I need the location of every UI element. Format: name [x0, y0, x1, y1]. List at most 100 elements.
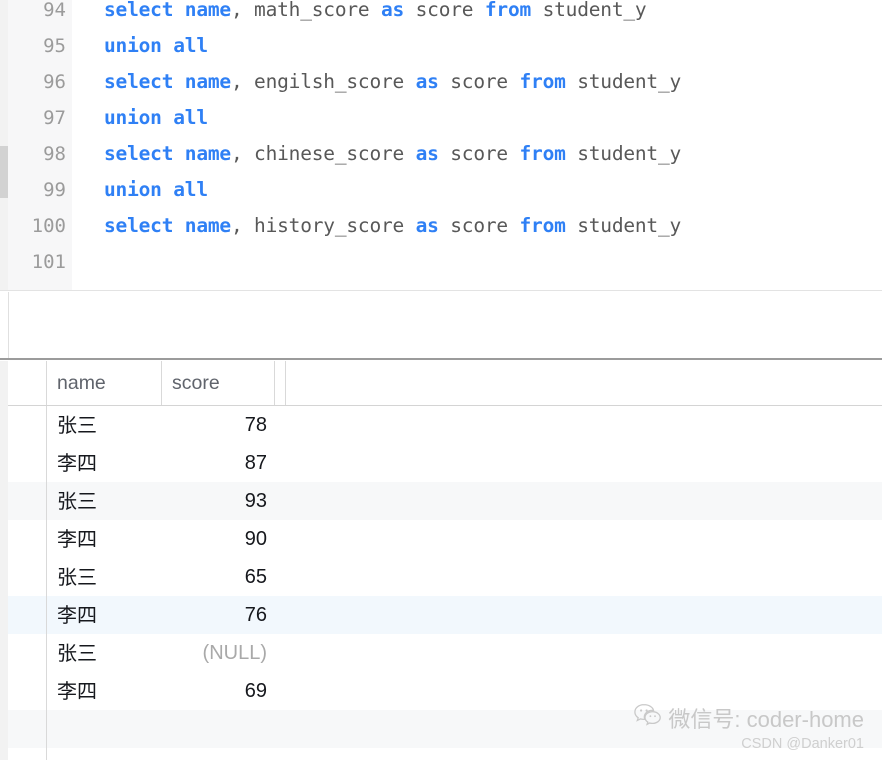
cell-name[interactable]: 张三 [47, 634, 162, 672]
code-line[interactable]: 97 union all [0, 100, 882, 136]
code-token: from [519, 70, 566, 93]
code-token: name [184, 142, 231, 165]
line-text[interactable]: select name, chinese_score as score from… [104, 136, 681, 172]
sql-editor-pane[interactable]: 94 select name, math_score as score from … [0, 0, 882, 291]
cell-name[interactable]: 李四 [47, 596, 162, 634]
cell-name[interactable]: 李四 [47, 672, 162, 710]
code-line[interactable]: 101 [0, 244, 882, 280]
code-line[interactable]: 98 select name, chinese_score as score fr… [0, 136, 882, 172]
row-selector-cell[interactable] [8, 520, 47, 558]
grid-header-rownum-cell[interactable] [8, 361, 47, 405]
cell-name[interactable] [47, 710, 162, 748]
cell-name[interactable]: 张三 [47, 406, 162, 444]
cell-name[interactable]: 李四 [47, 444, 162, 482]
cell-score[interactable]: 93 [162, 482, 275, 520]
row-selector-cell[interactable] [8, 482, 47, 520]
editor-code-lines[interactable]: 94 select name, math_score as score from … [0, 0, 882, 280]
sql-client-window: 94 select name, math_score as score from … [0, 0, 882, 760]
code-token: student_y [531, 0, 647, 21]
line-text[interactable]: select name, math_score as score from st… [104, 0, 647, 28]
code-token: select [104, 214, 174, 237]
code-token: from [519, 142, 566, 165]
result-toolbar-panel [0, 292, 882, 360]
line-number: 94 [43, 0, 66, 21]
row-selector-cell[interactable] [8, 444, 47, 482]
grid-body[interactable]: 张三 78 李四 87 张三 93 李四 90 张三 65 李四 76 张三 (NULL) 李四 69 [8, 406, 882, 760]
code-token: from [519, 214, 566, 237]
line-number: 99 [43, 179, 66, 201]
table-row[interactable]: 张三 (NULL) [8, 634, 882, 672]
cell-score[interactable]: 90 [162, 520, 275, 558]
grid-left-rail[interactable] [0, 361, 8, 760]
code-token: union all [104, 106, 208, 129]
line-text[interactable]: select name, history_score as score from… [104, 208, 681, 244]
cell-name[interactable]: 李四 [47, 520, 162, 558]
table-row[interactable]: 李四 90 [8, 520, 882, 558]
result-grid[interactable]: name score 张三 78 李四 87 张三 93 李四 90 张三 65 李四 76 张三 (NU… [0, 361, 882, 760]
row-selector-cell[interactable] [8, 406, 47, 444]
code-token: union all [104, 178, 208, 201]
line-number: 101 [31, 251, 66, 273]
code-token: score [438, 214, 520, 237]
cell-score[interactable] [162, 748, 275, 760]
row-selector-cell[interactable] [8, 748, 47, 760]
cell-score[interactable]: 69 [162, 672, 275, 710]
line-text[interactable]: union all [104, 28, 208, 64]
row-selector-cell[interactable] [8, 558, 47, 596]
table-row[interactable]: 张三 65 [8, 558, 882, 596]
row-selector-cell[interactable] [8, 710, 47, 748]
table-row[interactable]: 张三 93 [8, 482, 882, 520]
code-token: student_y [565, 70, 682, 93]
code-token: , chinese_score [230, 142, 416, 165]
line-number: 98 [43, 143, 66, 165]
code-line[interactable]: 94 select name, math_score as score from … [0, 0, 882, 28]
row-selector-cell[interactable] [8, 672, 47, 710]
code-token: score [404, 0, 485, 21]
code-token: student_y [565, 214, 682, 237]
result-toolbar-panel-inner [8, 292, 882, 358]
cell-score[interactable]: 76 [162, 596, 275, 634]
grid-header-score[interactable]: score [162, 361, 275, 405]
line-text[interactable]: select name, engilsh_score as score from… [104, 64, 681, 100]
cell-score[interactable]: 65 [162, 558, 275, 596]
code-line[interactable]: 99 union all [0, 172, 882, 208]
table-row[interactable] [8, 710, 882, 748]
line-number: 96 [43, 71, 66, 93]
line-text[interactable]: union all [104, 100, 208, 136]
code-line[interactable]: 95 union all [0, 28, 882, 64]
code-token: name [184, 214, 231, 237]
line-number: 97 [43, 107, 66, 129]
code-line[interactable]: 96 select name, engilsh_score as score fr… [0, 64, 882, 100]
cell-score[interactable]: 87 [162, 444, 275, 482]
row-selector-cell[interactable] [8, 596, 47, 634]
grid-header-name[interactable]: name [47, 361, 162, 405]
table-row[interactable]: 张三 78 [8, 406, 882, 444]
code-token: student_y [565, 142, 682, 165]
cell-score[interactable]: 78 [162, 406, 275, 444]
cell-score[interactable]: (NULL) [162, 634, 275, 672]
line-number: 100 [31, 215, 66, 237]
line-text[interactable]: union all [104, 172, 208, 208]
table-row[interactable] [8, 748, 882, 760]
cell-name[interactable]: 张三 [47, 558, 162, 596]
code-token: union all [104, 34, 208, 57]
table-row[interactable]: 李四 87 [8, 444, 882, 482]
code-token: as [415, 214, 439, 237]
code-token: , history_score [230, 214, 416, 237]
cell-name[interactable]: 张三 [47, 482, 162, 520]
code-token: , math_score [230, 0, 381, 21]
cell-score[interactable] [162, 710, 275, 748]
table-row[interactable]: 李四 69 [8, 672, 882, 710]
code-token: name [184, 70, 231, 93]
table-row[interactable]: 李四 76 [8, 596, 882, 634]
grid-header-row[interactable]: name score [8, 361, 882, 406]
code-token: , engilsh_score [230, 70, 416, 93]
cell-name[interactable] [47, 748, 162, 760]
row-selector-cell[interactable] [8, 634, 47, 672]
code-line[interactable]: 100 select name, history_score as score f… [0, 208, 882, 244]
code-token: select [104, 142, 174, 165]
